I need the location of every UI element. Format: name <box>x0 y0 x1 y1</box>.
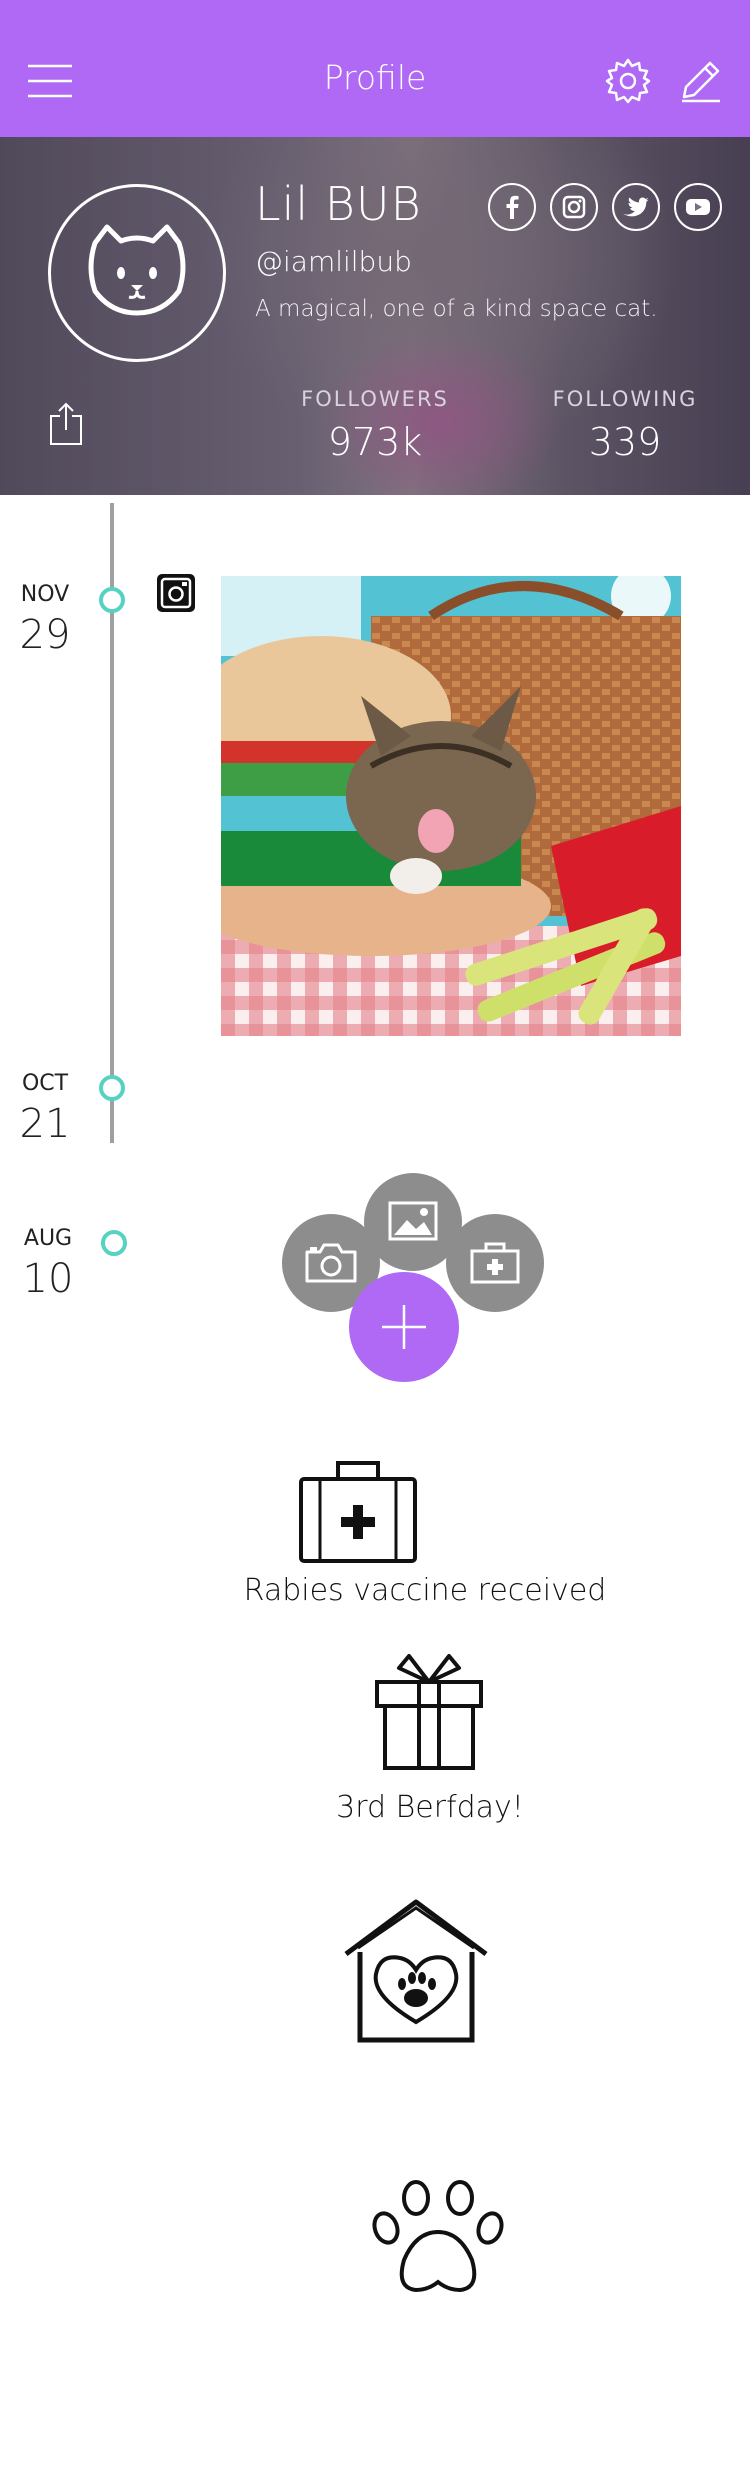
timeline-month: NOV <box>20 582 70 607</box>
timeline-dot[interactable] <box>99 587 125 613</box>
following-label: FOLLOWING <box>552 387 698 411</box>
plus-icon <box>382 1305 426 1349</box>
timeline-dot[interactable] <box>99 1075 125 1101</box>
event-label: 3rd Berfday! <box>336 1790 524 1825</box>
timeline-photo[interactable] <box>221 576 681 1036</box>
timeline-day: 29 <box>19 612 71 658</box>
timeline-month: OCT <box>21 1071 69 1096</box>
cat-face-icon <box>88 224 186 316</box>
add-medical-event-button[interactable] <box>446 1214 544 1312</box>
timeline-dot[interactable] <box>101 1230 127 1256</box>
following-count[interactable]: 339 <box>540 420 710 464</box>
paw-print-icon <box>372 2180 504 2293</box>
instagram-link[interactable] <box>550 183 598 231</box>
timeline-month: AUG <box>23 1226 73 1251</box>
twitter-icon <box>623 197 649 217</box>
twitter-link[interactable] <box>612 183 660 231</box>
avatar[interactable] <box>48 184 226 362</box>
facebook-link[interactable] <box>488 183 536 231</box>
profile-name: Lil BUB <box>255 177 422 231</box>
edit-pencil-icon[interactable] <box>676 57 724 105</box>
facebook-icon <box>506 195 519 219</box>
timeline-day: 21 <box>19 1101 71 1147</box>
add-event-button[interactable] <box>349 1272 459 1382</box>
medical-kit-icon <box>299 1461 417 1563</box>
followers-count[interactable]: 973k <box>290 420 460 464</box>
cat-picnic-photo <box>221 576 681 1036</box>
medical-kit-icon <box>470 1242 520 1284</box>
pet-house-icon <box>344 1899 488 2043</box>
settings-gear-icon[interactable] <box>604 57 652 105</box>
youtube-icon <box>686 199 710 215</box>
gift-icon <box>375 1654 483 1770</box>
share-icon[interactable] <box>48 402 84 446</box>
instagram-icon[interactable] <box>157 574 195 612</box>
timeline-day: 10 <box>22 1256 74 1302</box>
profile-header: Lil BUB @iamlilbub A magical, one of a k… <box>0 137 750 495</box>
top-nav-bar: Profile <box>0 0 750 137</box>
profile-bio: A magical, one of a kind space cat. <box>255 296 658 322</box>
profile-handle: @iamlilbub <box>255 245 412 278</box>
instagram-icon <box>562 195 586 219</box>
youtube-link[interactable] <box>674 183 722 231</box>
followers-label: FOLLOWERS <box>301 387 449 411</box>
event-label: Rabies vaccine received <box>243 1573 607 1608</box>
